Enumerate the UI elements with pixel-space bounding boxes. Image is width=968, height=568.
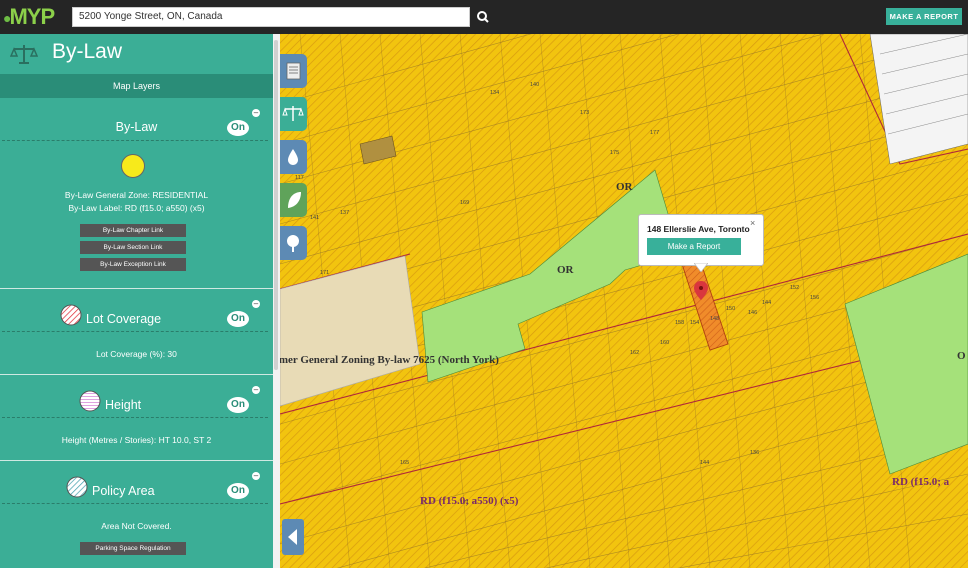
close-icon[interactable]: × bbox=[750, 218, 755, 228]
bylaw-tool-button[interactable] bbox=[280, 97, 307, 131]
map-label-rd: RD (f15.0; a bbox=[892, 476, 950, 488]
document-tool-button[interactable] bbox=[280, 54, 307, 88]
divider bbox=[2, 417, 268, 418]
popup-pointer bbox=[694, 263, 708, 272]
lot-coverage-collapse-icon[interactable]: – bbox=[252, 300, 260, 308]
svg-text:154: 154 bbox=[690, 320, 699, 326]
policy-area-title: Policy Area bbox=[92, 484, 155, 498]
map-layers-header[interactable]: Map Layers bbox=[0, 74, 273, 98]
bylaw-zone-text: By-Law General Zone: RESIDENTIAL bbox=[64, 190, 209, 200]
height-collapse-icon[interactable]: – bbox=[252, 386, 260, 394]
svg-text:156: 156 bbox=[810, 295, 819, 301]
lot-coverage-title: Lot Coverage bbox=[86, 312, 162, 326]
greenspace-tool-button[interactable] bbox=[280, 183, 307, 217]
svg-text:152: 152 bbox=[790, 285, 799, 291]
sidebar-header: By-Law bbox=[0, 34, 273, 74]
collapse-sidebar-button[interactable] bbox=[282, 519, 304, 555]
map-canvas[interactable]: 117 141 137 171 169 134 140 173 175 177 162 160 1… bbox=[280, 34, 968, 568]
map-popup: 148 Ellerslie Ave, Toronto × Make a Repo… bbox=[638, 214, 764, 266]
arrow-left-icon bbox=[288, 529, 297, 545]
svg-text:158: 158 bbox=[675, 320, 684, 326]
logo-text: MYP bbox=[9, 4, 55, 29]
leaf-icon bbox=[288, 192, 301, 208]
svg-text:140: 140 bbox=[530, 82, 539, 88]
svg-text:144: 144 bbox=[700, 460, 709, 466]
lot-coverage-toggle[interactable]: On bbox=[227, 311, 249, 327]
policy-area-text: Area Not Covered. bbox=[101, 521, 172, 531]
svg-text:134: 134 bbox=[490, 90, 499, 96]
divider bbox=[2, 331, 268, 332]
document-icon bbox=[286, 62, 301, 80]
sidebar: By-Law Map Layers By-Law On – By-Law Gen… bbox=[0, 34, 273, 568]
scale-icon bbox=[10, 45, 38, 64]
make-report-button[interactable]: MAKE A REPORT bbox=[886, 8, 962, 25]
height-text: Height (Metres / Stories): HT 10.0, ST 2 bbox=[61, 435, 212, 445]
divider bbox=[0, 460, 273, 461]
svg-text:160: 160 bbox=[660, 340, 669, 346]
svg-text:148: 148 bbox=[710, 316, 719, 322]
svg-text:150: 150 bbox=[726, 306, 735, 312]
popup-make-report-button[interactable]: Make a Report bbox=[647, 238, 741, 255]
map-label-or: OR bbox=[616, 181, 633, 193]
map-label-or: OR bbox=[557, 264, 574, 276]
policy-area-toggle[interactable]: On bbox=[227, 483, 249, 499]
height-toggle[interactable]: On bbox=[227, 397, 249, 413]
lot-coverage-swatch bbox=[60, 304, 82, 326]
parking-regulation-link[interactable]: Parking Space Regulation bbox=[80, 542, 186, 555]
map-label-former-zoning: rmer General Zoning By-law 7625 (North Y… bbox=[280, 354, 499, 366]
tree-tool-button[interactable] bbox=[280, 226, 307, 260]
svg-text:165: 165 bbox=[400, 460, 409, 466]
bylaw-swatch bbox=[121, 154, 145, 178]
popup-address: 148 Ellerslie Ave, Toronto bbox=[647, 224, 750, 234]
map-label-rd: RD (f15.0; a550) (x5) bbox=[420, 495, 519, 507]
svg-text:162: 162 bbox=[630, 350, 639, 356]
bylaw-label-text: By-Law Label: RD (f15.0; a550) (x5) bbox=[68, 203, 205, 213]
bylaw-chapter-link[interactable]: By-Law Chapter Link bbox=[80, 224, 186, 237]
water-drop-icon bbox=[288, 149, 298, 165]
divider bbox=[2, 140, 268, 141]
svg-text:137: 137 bbox=[340, 210, 349, 216]
bylaw-exception-link[interactable]: By-Law Exception Link bbox=[80, 258, 186, 271]
scrollbar-thumb[interactable] bbox=[274, 40, 278, 370]
svg-text:146: 146 bbox=[748, 310, 757, 316]
height-swatch bbox=[79, 390, 101, 412]
svg-text:173: 173 bbox=[580, 110, 589, 116]
water-tool-button[interactable] bbox=[280, 140, 307, 174]
svg-text:177: 177 bbox=[650, 130, 659, 136]
svg-text:175: 175 bbox=[610, 150, 619, 156]
app-logo[interactable]: ● MYP bbox=[3, 2, 55, 32]
map-label-or: O bbox=[957, 350, 966, 362]
svg-text:169: 169 bbox=[460, 200, 469, 206]
svg-text:117: 117 bbox=[295, 175, 304, 181]
divider bbox=[0, 374, 273, 375]
policy-area-collapse-icon[interactable]: – bbox=[252, 472, 260, 480]
sidebar-title: By-Law bbox=[52, 40, 123, 63]
bylaw-section-link[interactable]: By-Law Section Link bbox=[80, 241, 186, 254]
tree-icon bbox=[287, 235, 299, 252]
svg-text:171: 171 bbox=[320, 270, 329, 276]
svg-text:136: 136 bbox=[750, 450, 759, 456]
search-input[interactable]: 5200 Yonge Street, ON, Canada bbox=[72, 7, 470, 27]
height-title: Height bbox=[105, 398, 142, 412]
bylaw-toggle[interactable]: On bbox=[227, 120, 249, 136]
bylaw-collapse-icon[interactable]: – bbox=[252, 109, 260, 117]
top-bar: ● MYP 5200 Yonge Street, ON, Canada MAKE… bbox=[0, 0, 968, 34]
lot-coverage-text: Lot Coverage (%): 30 bbox=[96, 349, 177, 359]
policy-area-swatch bbox=[66, 476, 88, 498]
svg-text:144: 144 bbox=[762, 300, 771, 306]
divider bbox=[0, 288, 273, 289]
search-icon[interactable] bbox=[474, 8, 492, 26]
divider bbox=[2, 503, 268, 504]
scale-icon bbox=[282, 106, 304, 121]
svg-text:141: 141 bbox=[310, 215, 319, 221]
